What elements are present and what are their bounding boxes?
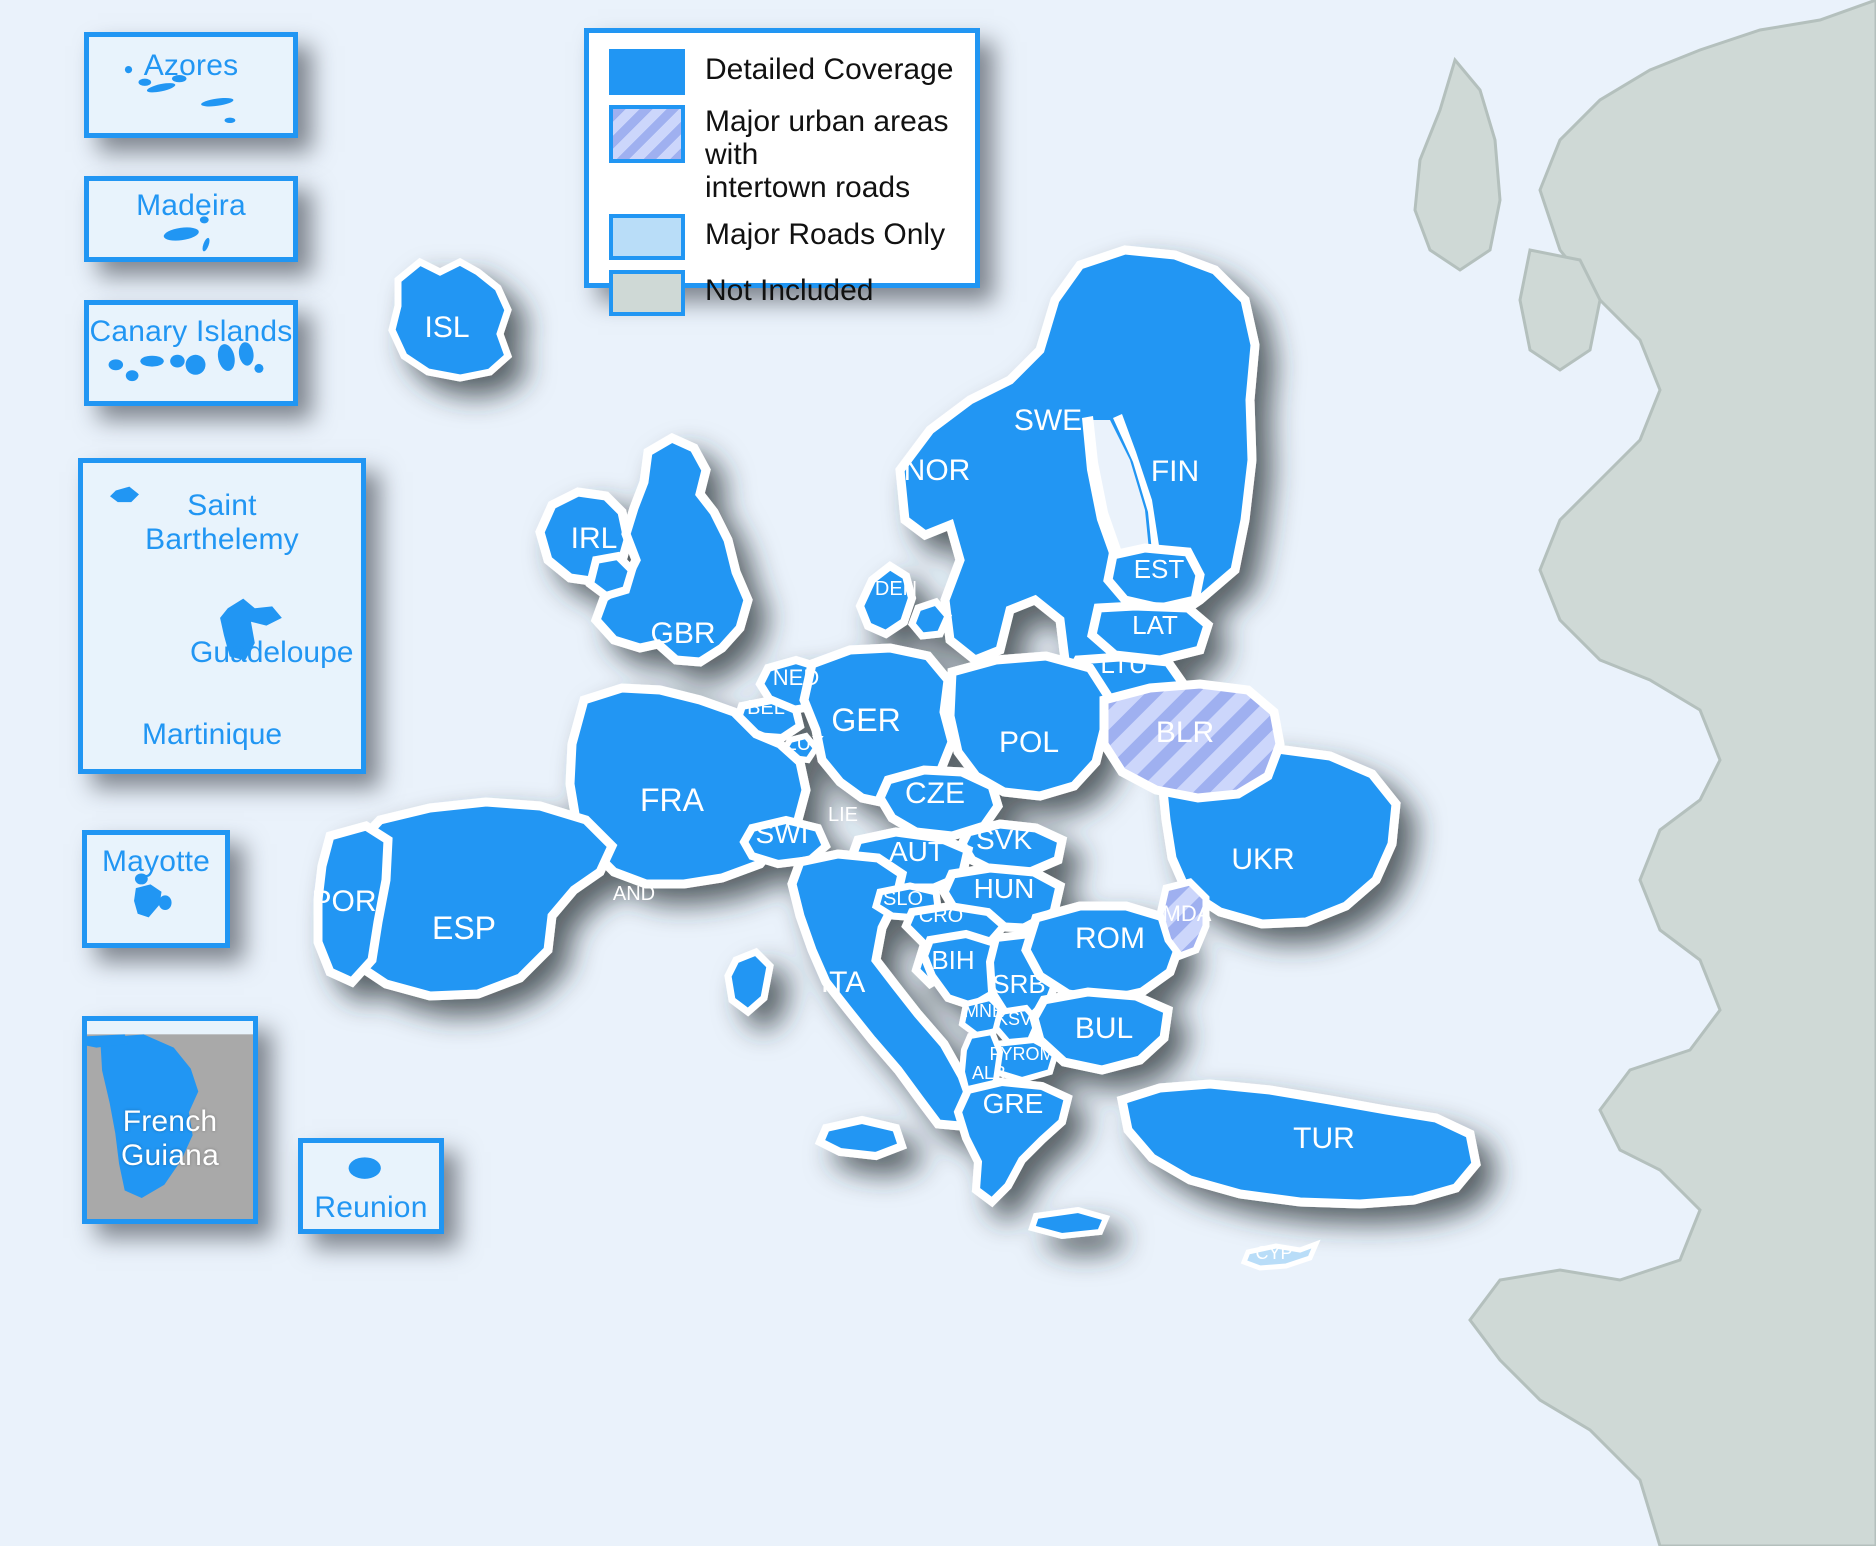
country-label-fin: FIN xyxy=(1151,455,1199,488)
country-label-alb: ALB xyxy=(972,1063,1006,1083)
inset-reunion: Reunion xyxy=(298,1138,444,1234)
country-label-bel: BEL xyxy=(747,697,785,719)
country-label-den: DEN xyxy=(875,578,917,600)
inset-canary-islands: Canary Islands xyxy=(84,300,298,406)
inset-azores: Azores xyxy=(84,32,298,138)
inset-french-guiana: French Guiana xyxy=(82,1016,258,1224)
country-label-svk: SVK xyxy=(976,824,1032,855)
country-label-rom: ROM xyxy=(1075,922,1145,955)
legend-swatch-detailed-icon xyxy=(609,49,685,95)
country-label-ned: NED xyxy=(773,665,819,690)
country-label-por: POR xyxy=(311,885,376,918)
inset-label-french-guiana: French Guiana xyxy=(121,1105,219,1172)
inset-extra-label-martinique: Martinique xyxy=(142,718,283,751)
legend-label-urban: Major urban areas with intertown roads xyxy=(705,105,949,204)
legend-item-major-roads: Major Roads Only xyxy=(609,214,961,260)
country-label-tur: TUR xyxy=(1293,1122,1355,1155)
inset-label-canary-islands: Canary Islands xyxy=(89,315,293,348)
country-label-ita: ITA xyxy=(821,966,865,999)
inset-extra-label-guadeloupe: Guadeloupe xyxy=(190,636,354,669)
inset-mayotte: Mayotte xyxy=(82,830,230,948)
country-label-blr: BLR xyxy=(1156,716,1214,749)
legend-item-detailed: Detailed Coverage xyxy=(609,49,961,95)
legend-label-major-roads: Major Roads Only xyxy=(705,218,946,251)
country-label-slo: SLO xyxy=(883,888,923,910)
country-label-ltu: LTU xyxy=(1100,649,1147,679)
inset-label-mayotte: Mayotte xyxy=(101,845,211,878)
country-label-esp: ESP xyxy=(432,910,496,946)
legend-swatch-major-roads-icon xyxy=(609,214,685,260)
country-label-ukr: UKR xyxy=(1231,843,1294,876)
map-canvas: ISL IRL GBR NOR SWE FIN EST LAT LTU DEN NED BEL LUX G… xyxy=(0,0,1876,1546)
legend-item-not-included: Not Included xyxy=(609,270,961,316)
country-label-srb: SRB xyxy=(992,969,1045,999)
country-label-pol: POL xyxy=(999,726,1059,759)
country-label-bul: BUL xyxy=(1075,1012,1133,1045)
country-label-mda: MDA xyxy=(1163,901,1212,926)
country-label-swi: SWI xyxy=(756,818,809,849)
inset-label-madeira: Madeira xyxy=(136,189,246,222)
country-label-and: AND xyxy=(613,883,655,905)
country-label-lat: LAT xyxy=(1132,610,1178,640)
country-label-cro: CRO xyxy=(919,905,963,927)
country-label-gbr: GBR xyxy=(650,617,715,650)
country-label-irl: IRL xyxy=(571,522,618,555)
legend-swatch-urban-hatch-icon xyxy=(609,105,685,163)
country-label-bih: BIH xyxy=(931,945,974,975)
country-label-aut: AUT xyxy=(889,836,945,867)
country-label-fra: FRA xyxy=(640,782,705,818)
inset-label-reunion: Reunion xyxy=(314,1191,428,1224)
inset-label-azores: Azores xyxy=(143,49,239,82)
country-label-est: EST xyxy=(1134,554,1185,584)
country-label-gre: GRE xyxy=(983,1088,1044,1119)
legend-item-urban: Major urban areas with intertown roads xyxy=(609,105,961,204)
country-label-fyrom: FYROM xyxy=(990,1044,1055,1064)
country-label-lux: LUX xyxy=(786,733,825,755)
country-label-nor: NOR xyxy=(904,454,971,487)
country-label-cyp: CYP xyxy=(1255,1243,1292,1263)
inset-madeira: Madeira xyxy=(84,176,298,262)
inset-label-antilles: Saint Barthelemy xyxy=(145,489,299,556)
legend-swatch-not-included-icon xyxy=(609,270,685,316)
country-label-cze: CZE xyxy=(905,777,965,810)
country-label-swe: SWE xyxy=(1014,404,1082,437)
map-legend: Detailed Coverage Major urban areas with… xyxy=(584,28,980,316)
country-label-lie: LIE xyxy=(828,804,858,826)
legend-label-not-included: Not Included xyxy=(705,274,874,307)
legend-label-detailed: Detailed Coverage xyxy=(705,53,954,86)
country-label-ksv: KSV xyxy=(996,1009,1032,1029)
country-label-hun: HUN xyxy=(974,873,1035,904)
country-label-isl: ISL xyxy=(424,311,469,344)
country-label-ger: GER xyxy=(831,702,900,738)
